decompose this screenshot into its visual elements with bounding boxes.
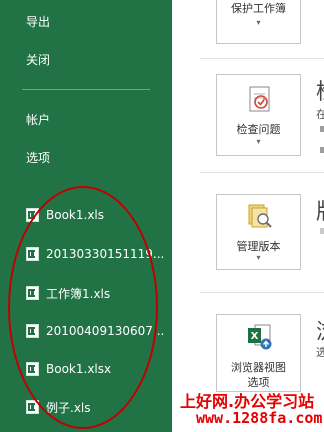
recent-file-item[interactable]: Book1.xlsx: [26, 359, 111, 379]
excel-file-icon: [26, 286, 39, 300]
recent-file-item[interactable]: 工作簿1.xls: [26, 283, 110, 303]
recent-file-item[interactable]: 例子.xls: [26, 397, 91, 417]
recent-file-label: Book1.xlsx: [46, 362, 112, 376]
browser-subtext: 选: [316, 346, 324, 359]
inspect-subtext: 在: [316, 108, 324, 121]
chevron-down-icon: ▾: [256, 137, 261, 146]
recent-file-label: 20100409130607...: [46, 324, 164, 338]
list-bullet: [320, 147, 324, 153]
chevron-down-icon: ▾: [256, 18, 261, 27]
recent-file-item[interactable]: 20100409130607...: [26, 321, 164, 341]
protect-workbook-button[interactable]: 保护工作簿 ▾: [216, 0, 301, 44]
list-bullet: [320, 126, 324, 132]
browser-heading: 浏: [316, 314, 324, 346]
watermark-url: www.1288fa.com: [196, 409, 323, 427]
recent-file-item[interactable]: 20130330151119...: [26, 244, 164, 264]
sidebar-divider: [22, 89, 150, 90]
excel-file-icon: [26, 324, 39, 338]
backstage-sidebar: 导出 关闭 帐户 选项 Book1.xls 20130330151119... …: [0, 0, 172, 432]
chevron-down-icon: ▾: [256, 253, 261, 262]
protect-workbook-label: 保护工作簿: [231, 2, 286, 15]
recent-file-label: Book1.xls: [46, 208, 105, 222]
versions-heading: 版: [316, 194, 324, 226]
manage-versions-icon: [248, 204, 272, 228]
nav-export[interactable]: 导出: [26, 13, 50, 30]
browser-view-options-button[interactable]: X 浏览器视图 选项: [216, 314, 301, 392]
section-separator: [200, 292, 324, 293]
excel-file-icon: [26, 362, 39, 376]
inspect-document-label: 检查问题: [236, 123, 281, 136]
section-separator: [200, 172, 324, 173]
list-bullet: [320, 228, 324, 234]
browser-view-label-line1: 浏览器视图: [231, 361, 286, 374]
inspect-document-icon: [249, 86, 270, 112]
recent-file-label: 工作簿1.xls: [46, 286, 111, 301]
nav-options[interactable]: 选项: [26, 149, 50, 166]
nav-account[interactable]: 帐户: [26, 111, 50, 128]
inspect-document-button[interactable]: 检查问题 ▾: [216, 74, 301, 156]
excel-file-icon: [26, 247, 39, 261]
browser-view-icon: X: [248, 324, 272, 350]
recent-file-label: 20130330151119...: [46, 247, 164, 261]
excel-file-icon: [26, 208, 39, 222]
section-separator: [200, 58, 324, 59]
inspect-heading: 检: [316, 74, 324, 106]
svg-text:X: X: [251, 331, 259, 342]
manage-versions-label: 管理版本: [236, 240, 281, 253]
excel-file-icon: [26, 400, 39, 414]
nav-close[interactable]: 关闭: [26, 51, 50, 68]
recent-file-item[interactable]: Book1.xls: [26, 205, 104, 225]
recent-file-label: 例子.xls: [46, 400, 91, 415]
manage-versions-button[interactable]: 管理版本 ▾: [216, 194, 301, 270]
